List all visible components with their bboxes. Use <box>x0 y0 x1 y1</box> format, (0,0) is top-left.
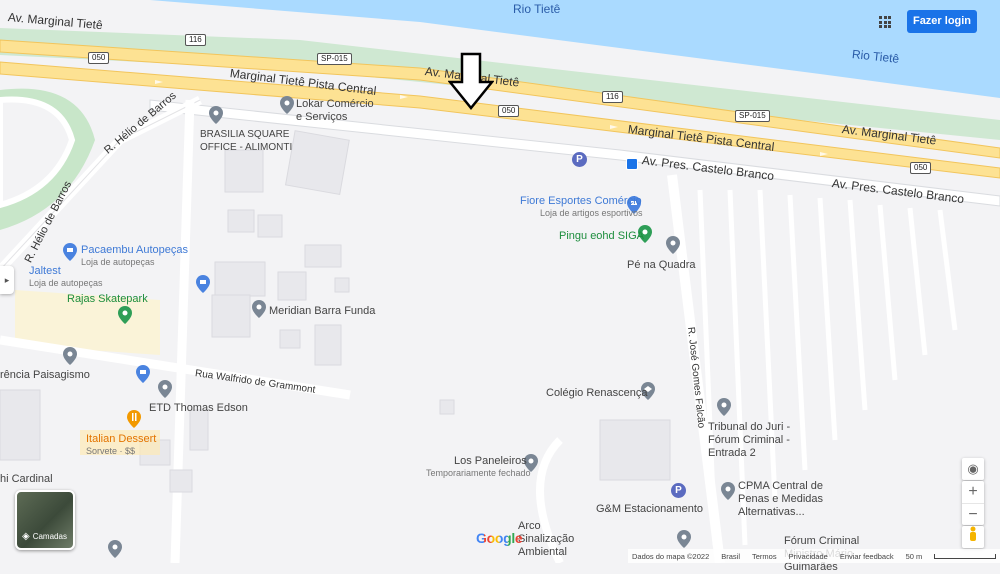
parking-icon[interactable]: P <box>671 483 686 498</box>
place-pin-icon[interactable] <box>209 106 223 124</box>
place-pin-icon[interactable] <box>721 482 735 500</box>
place-pin-icon[interactable] <box>108 540 122 558</box>
terms-link[interactable]: Termos <box>752 552 777 561</box>
place-label-cpma[interactable]: CPMA Central de Penas e Medidas Alternat… <box>738 480 853 519</box>
place-label-pingu[interactable]: Pingu eohd SIGA <box>559 230 644 243</box>
chevron-right-icon: ▸ <box>4 275 10 285</box>
place-pin-icon[interactable] <box>63 347 77 365</box>
route-shield: 116 <box>185 34 206 46</box>
shop-icon[interactable] <box>63 243 77 261</box>
map-data-credit: Dados do mapa ©2022 <box>632 551 710 561</box>
restaurant-icon[interactable] <box>127 410 141 428</box>
down-arrow-annotation-icon <box>448 52 494 110</box>
google-logo: Google <box>476 530 523 546</box>
parking-icon[interactable]: P <box>572 152 587 167</box>
feedback-link[interactable]: Enviar feedback <box>840 552 894 561</box>
route-shield: SP-015 <box>735 110 770 122</box>
place-label-arco[interactable]: Arco Sinalização Ambiental <box>518 520 598 559</box>
layers-icon: ◈ <box>22 531 30 542</box>
layers-label: Camadas <box>32 532 67 541</box>
place-label-renascenca[interactable]: Colégio Renascença <box>546 387 648 400</box>
shop-icon[interactable] <box>136 365 150 383</box>
place-pin-icon[interactable] <box>717 398 731 416</box>
place-pin-icon[interactable] <box>158 380 172 398</box>
place-label-paisagismo[interactable]: rência Paisagismo <box>0 369 90 382</box>
my-location-button[interactable]: ◉ <box>962 458 984 480</box>
place-label-fiore[interactable]: Fiore Esportes Comércio Loja de artigos e… <box>520 195 643 219</box>
bus-stop-icon[interactable] <box>626 158 638 170</box>
place-label-lokar[interactable]: Lokar Comércio e Serviços <box>296 98 376 124</box>
place-label-paneleiros[interactable]: Los Paneleiros Temporariamente fechado <box>426 455 531 479</box>
apps-grid-icon[interactable] <box>879 16 891 28</box>
pegman-icon <box>970 526 976 541</box>
scale-label[interactable]: 50 m <box>906 552 923 561</box>
place-label-etd[interactable]: ETD Thomas Edson <box>149 402 248 415</box>
zoom-in-icon[interactable]: + <box>962 481 984 504</box>
place-label-meridian[interactable]: Meridian Barra Funda <box>269 305 375 318</box>
place-label-cardinal[interactable]: hi Cardinal <box>0 473 53 486</box>
country-link[interactable]: Brasil <box>721 552 740 561</box>
route-shield: 116 <box>602 91 623 103</box>
route-shield: 050 <box>910 162 932 174</box>
place-label-jaltest[interactable]: Jaltest Loja de autopeças <box>29 265 103 289</box>
park-pin-icon[interactable] <box>118 306 132 324</box>
place-pin-icon[interactable] <box>666 236 680 254</box>
place-label-rajas[interactable]: Rajas Skatepark <box>67 293 148 306</box>
place-label-tribunal[interactable]: Tribunal do Juri - Fórum Criminal - Entr… <box>708 421 818 460</box>
place-label-pe-na-quadra[interactable]: Pé na Quadra <box>627 259 696 272</box>
river-label-top: Rio Tietê <box>513 2 561 16</box>
login-button[interactable]: Fazer login <box>907 10 977 33</box>
privacy-link[interactable]: Privacidade <box>789 552 828 561</box>
map-footer: Dados do mapa ©2022 Brasil Termos Privac… <box>628 549 1000 563</box>
layers-button[interactable]: ◈ Camadas <box>15 490 75 550</box>
place-pin-icon[interactable] <box>677 530 691 548</box>
route-shield: SP-015 <box>317 53 352 65</box>
zoom-controls: + − <box>962 481 984 525</box>
pegman-button[interactable] <box>962 526 984 548</box>
route-shield: 050 <box>498 105 520 117</box>
scale-bar <box>934 553 997 559</box>
place-label-gm[interactable]: G&M Estacionamento <box>596 503 703 516</box>
side-panel-toggle[interactable]: ▸ <box>0 266 14 294</box>
place-label-italian-dessert[interactable]: Italian Dessert Sorvete · $$ <box>86 433 156 457</box>
route-shield: 050 <box>88 52 110 64</box>
place-pin-icon[interactable] <box>280 96 294 114</box>
place-label-brasilia[interactable]: BRASILIA SQUARE OFFICE - ALIMONTI <box>200 128 300 154</box>
zoom-out-icon[interactable]: − <box>962 504 984 525</box>
shop-icon[interactable] <box>196 275 210 293</box>
place-pin-icon[interactable] <box>252 300 266 318</box>
my-location-icon: ◉ <box>967 461 979 476</box>
